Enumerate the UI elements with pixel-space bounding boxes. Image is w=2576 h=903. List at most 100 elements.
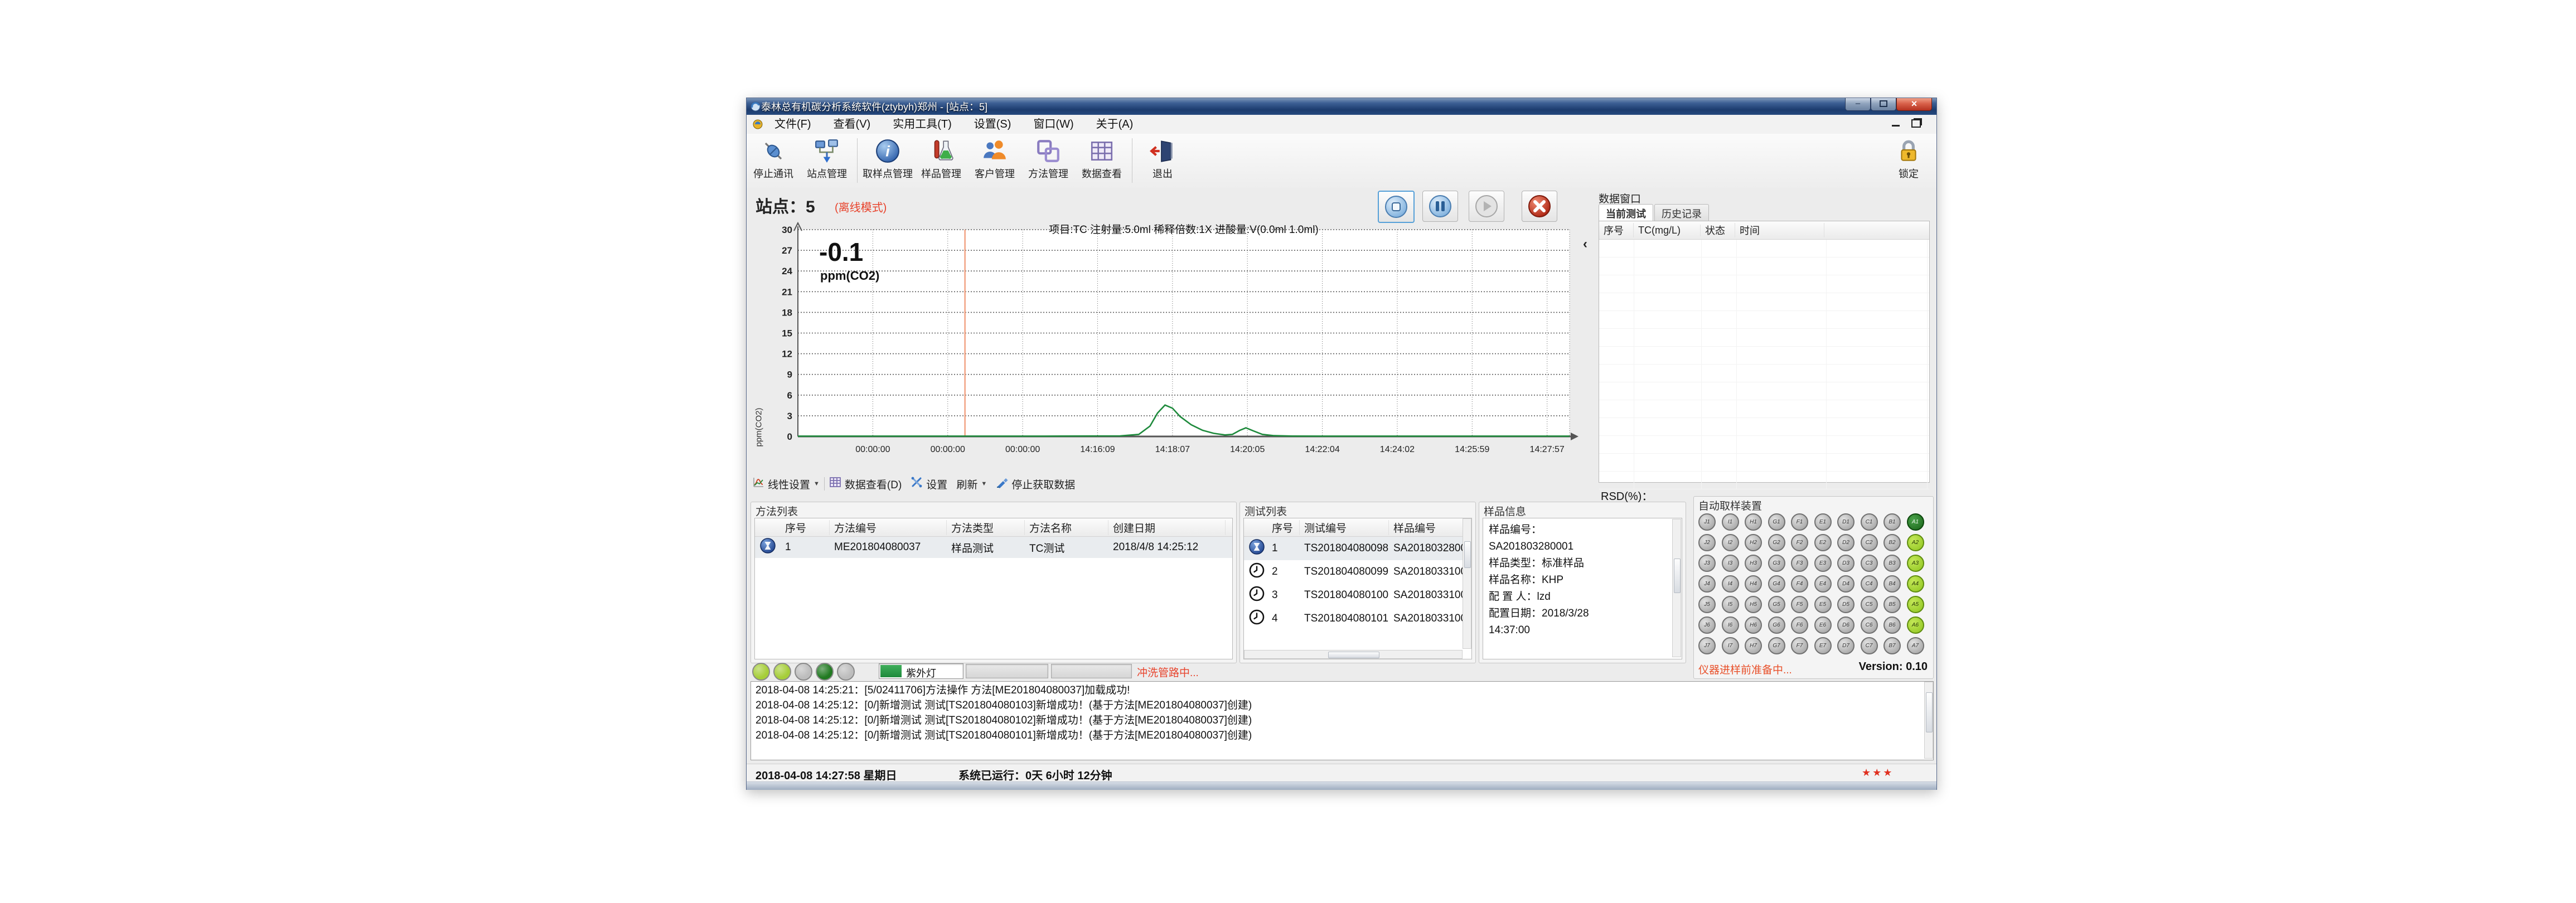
sampler-position-E1[interactable]: E1 (1814, 513, 1832, 531)
sampler-position-B1[interactable]: B1 (1883, 513, 1901, 531)
sampler-position-E2[interactable]: E2 (1814, 534, 1832, 551)
maximize-button[interactable] (1871, 98, 1896, 111)
sampler-position-A2[interactable]: A2 (1907, 534, 1924, 551)
sampler-position-H6[interactable]: H6 (1745, 616, 1762, 634)
close-button[interactable]: × (1896, 98, 1932, 111)
child-minimize-icon[interactable] (1892, 125, 1900, 127)
sampler-position-B7[interactable]: B7 (1883, 637, 1901, 654)
sampler-position-G2[interactable]: G2 (1768, 534, 1785, 551)
sampler-position-J7[interactable]: J7 (1698, 637, 1716, 654)
sampler-position-I1[interactable]: I1 (1722, 513, 1739, 531)
child-restore-icon[interactable] (1911, 119, 1921, 128)
sampler-position-I4[interactable]: I4 (1722, 575, 1739, 593)
sampling-point-button[interactable]: i取样点管理 (861, 134, 914, 181)
sampler-position-J6[interactable]: J6 (1698, 616, 1716, 634)
pause-run-button[interactable] (1422, 191, 1458, 222)
menu-about[interactable]: 关于(A) (1085, 115, 1145, 134)
sampler-position-B2[interactable]: B2 (1883, 534, 1901, 551)
sampler-position-I2[interactable]: I2 (1722, 534, 1739, 551)
sampler-position-J4[interactable]: J4 (1698, 575, 1716, 593)
play-run-button[interactable] (1469, 191, 1504, 222)
sampler-position-E4[interactable]: E4 (1814, 575, 1832, 593)
sampler-position-I6[interactable]: I6 (1722, 616, 1739, 634)
sampler-position-B5[interactable]: B5 (1883, 596, 1901, 613)
chart-toolbar-stop-acquire[interactable]: 停止获取数据 (996, 476, 1075, 492)
stop-comm-button[interactable]: 停止通讯 (747, 134, 800, 181)
sampler-position-E6[interactable]: E6 (1814, 616, 1832, 634)
sampler-position-C4[interactable]: C4 (1861, 575, 1878, 593)
sampler-position-D3[interactable]: D3 (1837, 555, 1854, 572)
sampler-position-D7[interactable]: D7 (1837, 637, 1854, 654)
sampler-position-F7[interactable]: F7 (1791, 637, 1808, 654)
menu-file[interactable]: 文件(F) (763, 115, 822, 134)
test-list-hscrollbar[interactable] (1244, 650, 1463, 659)
table-row[interactable]: 4TS201804080101SA201803310002 (1244, 607, 1471, 630)
sampler-position-D1[interactable]: D1 (1837, 513, 1854, 531)
test-list-table[interactable]: 序号测试编号样品编号1TS201804080098SA2018032800012… (1243, 518, 1472, 659)
sampler-position-G1[interactable]: G1 (1768, 513, 1785, 531)
tab-history[interactable]: 历史记录 (1654, 204, 1709, 223)
column-header[interactable]: TC(mg/L) (1634, 225, 1701, 236)
column-header[interactable]: 状态 (1701, 223, 1735, 237)
sampler-position-D6[interactable]: D6 (1837, 616, 1854, 634)
sampler-position-B3[interactable]: B3 (1883, 555, 1901, 572)
sampler-position-J1[interactable]: J1 (1698, 513, 1716, 531)
menu-window[interactable]: 窗口(W) (1022, 115, 1084, 134)
menu-view[interactable]: 查看(V) (822, 115, 882, 134)
table-row[interactable]: 3TS201804080100SA201803310001 (1244, 584, 1471, 607)
sampler-position-A3[interactable]: A3 (1907, 555, 1924, 572)
sampler-position-J3[interactable]: J3 (1698, 555, 1716, 572)
column-header[interactable]: 方法名称 (1025, 520, 1108, 535)
menu-settings[interactable]: 设置(S) (963, 115, 1023, 134)
column-header[interactable]: 样品编号 (1389, 520, 1467, 535)
data-view-button[interactable]: 数据查看 (1075, 134, 1129, 181)
sampler-position-F1[interactable]: F1 (1791, 513, 1808, 531)
sampler-position-B6[interactable]: B6 (1883, 616, 1901, 634)
sampler-position-E7[interactable]: E7 (1814, 637, 1832, 654)
method-list-table[interactable]: 序号方法编号方法类型方法名称创建日期1ME201804080037样品测试TC测… (754, 518, 1233, 659)
test-list-vscrollbar[interactable] (1463, 518, 1471, 649)
sampler-position-I3[interactable]: I3 (1722, 555, 1739, 572)
sampler-position-E3[interactable]: E3 (1814, 555, 1832, 572)
sampler-position-G5[interactable]: G5 (1768, 596, 1785, 613)
sampler-position-C1[interactable]: C1 (1861, 513, 1878, 531)
sampler-position-A1[interactable]: A1 (1907, 513, 1924, 531)
log-scrollbar[interactable] (1924, 682, 1933, 759)
sampler-position-H3[interactable]: H3 (1745, 555, 1762, 572)
sampler-position-H7[interactable]: H7 (1745, 637, 1762, 654)
tab-current-test[interactable]: 当前测试 (1599, 204, 1653, 223)
sampler-position-F5[interactable]: F5 (1791, 596, 1808, 613)
sampler-position-I5[interactable]: I5 (1722, 596, 1739, 613)
menu-utilities[interactable]: 实用工具(T) (882, 115, 963, 134)
abort-run-button[interactable] (1522, 191, 1557, 222)
column-header[interactable]: 序号 (1599, 223, 1634, 237)
sampler-position-C7[interactable]: C7 (1861, 637, 1878, 654)
sampler-position-J5[interactable]: J5 (1698, 596, 1716, 613)
customer-button[interactable]: 客户管理 (968, 134, 1021, 181)
sampler-position-H1[interactable]: H1 (1745, 513, 1762, 531)
method-button[interactable]: 方法管理 (1021, 134, 1075, 181)
sampler-position-A4[interactable]: A4 (1907, 575, 1924, 593)
sampler-position-F3[interactable]: F3 (1791, 555, 1808, 572)
sampler-position-J2[interactable]: J2 (1698, 534, 1716, 551)
minimize-button[interactable]: – (1845, 98, 1871, 111)
sampler-position-F2[interactable]: F2 (1791, 534, 1808, 551)
sampler-position-D5[interactable]: D5 (1837, 596, 1854, 613)
sample-info-scrollbar[interactable] (1672, 519, 1681, 657)
table-row[interactable]: 1TS201804080098SA201803280001 (1244, 537, 1471, 560)
stop-run-button[interactable] (1378, 191, 1415, 223)
exit-button[interactable]: 退出 (1136, 134, 1189, 181)
sampler-position-F4[interactable]: F4 (1791, 575, 1808, 593)
sampler-position-E5[interactable]: E5 (1814, 596, 1832, 613)
column-header[interactable]: 方法类型 (947, 520, 1025, 535)
sampler-position-D2[interactable]: D2 (1837, 534, 1854, 551)
sampler-position-G7[interactable]: G7 (1768, 637, 1785, 654)
table-row[interactable]: 2TS201804080099SA201803310000 (1244, 560, 1471, 584)
sampler-position-A7[interactable]: A7 (1907, 637, 1924, 654)
sampler-position-G6[interactable]: G6 (1768, 616, 1785, 634)
station-button[interactable]: 站点管理 (800, 134, 854, 181)
column-header[interactable]: 序号 (781, 520, 830, 535)
sampler-position-G4[interactable]: G4 (1768, 575, 1785, 593)
chart-toolbar-line-settings[interactable]: 线性设置▼ (752, 476, 820, 492)
sampler-position-H5[interactable]: H5 (1745, 596, 1762, 613)
